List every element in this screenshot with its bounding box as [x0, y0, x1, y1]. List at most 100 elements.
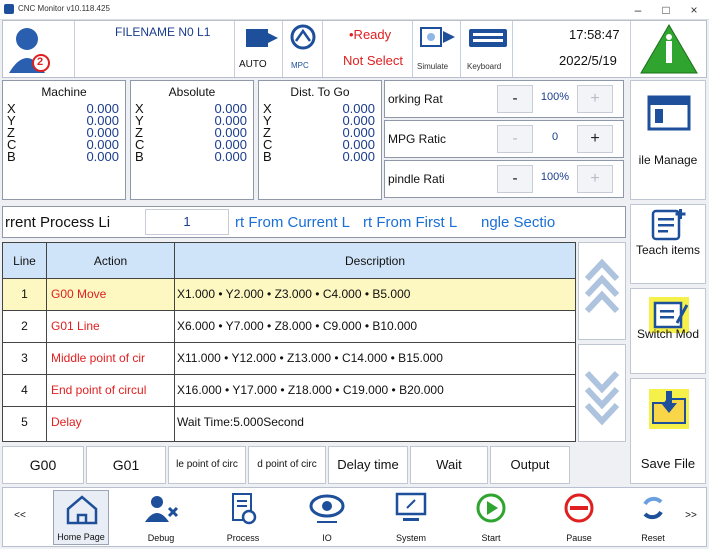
nav-start-button[interactable]: Start	[463, 490, 519, 545]
user-cell[interactable]: 2	[3, 21, 75, 77]
debug-icon	[145, 496, 179, 522]
working-ratio-minus-button[interactable]: -	[497, 85, 533, 113]
filename-label: FILENAME N0 L1	[115, 25, 211, 39]
auto-mode-icon	[246, 29, 278, 47]
machine-axes: XYZCB	[7, 101, 17, 164]
system-icon	[395, 492, 427, 521]
simulate-cell[interactable]: Simulate	[413, 21, 461, 77]
mode-cell[interactable]: AUTO	[235, 21, 283, 77]
file-manage-button[interactable]: ile Manage	[630, 80, 706, 200]
dist-values: 0.000 0.000 0.000 0.000 0.000	[342, 101, 375, 164]
nav-home-button[interactable]: Home Page	[53, 490, 109, 545]
middle-point-button[interactable]: le point of circ	[168, 446, 246, 484]
action-cell: Delay	[47, 407, 175, 441]
description-cell: X6.000 • Y7.000 • Z8.000 • C9.000 • B10.…	[177, 319, 418, 333]
filename-cell: FILENAME N0 L1	[75, 21, 235, 77]
teach-items-button[interactable]: Teach items	[630, 204, 706, 284]
table-row[interactable]: 3 Middle point of cir X11.000 • Y12.000 …	[3, 343, 575, 375]
wait-button[interactable]: Wait	[410, 446, 488, 484]
reset-icon	[643, 496, 663, 520]
keyboard-cell[interactable]: Keyboard	[461, 21, 513, 77]
window-title: CNC Monitor v10.118.425	[18, 4, 110, 13]
teach-items-icon	[651, 209, 686, 241]
machine-values: 0.000 0.000 0.000 0.000 0.000	[86, 101, 119, 164]
minimize-button[interactable]: –	[624, 0, 652, 20]
mpg-ratio-label: MPG Ratic	[388, 132, 447, 146]
table-row[interactable]: 1 G00 Move X1.000 • Y2.000 • Z3.000 • C4…	[3, 279, 575, 311]
nav-home-label: Home Page	[57, 532, 105, 542]
nav-next-label: >>	[685, 510, 697, 521]
teach-items-label: Teach items	[635, 243, 701, 257]
end-point-button[interactable]: d point of circ	[248, 446, 326, 484]
user-icon	[9, 28, 50, 73]
scroll-down-button[interactable]	[578, 344, 626, 442]
nav-prev-button[interactable]: <<	[5, 490, 35, 545]
absolute-coords-panel: Absolute XYZCB 0.000 0.000 0.000 0.000 0.000	[130, 80, 254, 200]
start-from-first-button[interactable]: rt From First L	[363, 214, 457, 231]
window-titlebar: CNC Monitor v10.118.425 – □ ×	[0, 0, 709, 20]
scroll-up-button[interactable]	[578, 242, 626, 340]
spindle-ratio-minus-button[interactable]: -	[497, 165, 533, 193]
nav-debug-button[interactable]: Debug	[133, 490, 189, 545]
clock-cell: 17:58:47 2022/5/19	[513, 21, 631, 77]
app-window: CNC Monitor v10.118.425 – □ × 2 FILENAME…	[0, 0, 709, 549]
nav-reset-button[interactable]: Reset	[625, 490, 681, 545]
mpg-ratio-minus-button[interactable]: -	[497, 125, 533, 153]
bottom-nav: << Home Page Debug Process IO System Sta…	[2, 487, 707, 547]
description-cell: Wait Time:5.000Second	[177, 415, 304, 429]
line-no-cell: 2	[3, 311, 47, 342]
table-row[interactable]: 2 G01 Line X6.000 • Y7.000 • Z8.000 • C9…	[3, 311, 575, 343]
mpc-cell[interactable]: MPC	[283, 21, 323, 77]
description-cell: X16.000 • Y17.000 • Z18.000 • C19.000 • …	[177, 383, 444, 397]
clock-date: 2022/5/19	[559, 53, 617, 68]
mode-label: AUTO	[239, 59, 267, 70]
alarm-cell[interactable]	[631, 21, 707, 77]
column-header-line-no: Line No.	[3, 243, 47, 304]
output-button[interactable]: Output	[490, 446, 570, 484]
mpg-ratio-plus-button[interactable]: +	[577, 125, 613, 153]
column-header-action: Action	[47, 243, 175, 279]
g01-button[interactable]: G01	[86, 446, 166, 484]
working-ratio-value: 100%	[540, 91, 570, 103]
save-file-label: Save File	[640, 456, 696, 471]
absolute-values: 0.000 0.000 0.000 0.000 0.000	[214, 101, 247, 164]
start-from-current-button[interactable]: rt From Current L	[235, 214, 350, 231]
maximize-button[interactable]: □	[652, 0, 680, 20]
close-button[interactable]: ×	[680, 0, 708, 20]
nav-system-button[interactable]: System	[383, 490, 439, 545]
spindle-ratio-row: pindle Rati - 100% +	[384, 160, 624, 198]
g00-button[interactable]: G00	[2, 446, 84, 484]
line-no-cell: 3	[3, 343, 47, 374]
working-ratio-row: orking Rat - 100% +	[384, 80, 624, 118]
file-manage-label: ile Manage	[638, 153, 698, 167]
action-cell: G01 Line	[47, 311, 175, 342]
table-row[interactable]: 5 Delay Wait Time:5.000Second	[3, 407, 575, 441]
table-row[interactable]: 4 End point of circul X16.000 • Y17.000 …	[3, 375, 575, 407]
line-no-cell: 5	[3, 407, 47, 441]
process-icon	[232, 493, 257, 525]
nav-next-button[interactable]: >>	[677, 490, 705, 545]
save-file-button[interactable]: Save File	[630, 378, 706, 484]
mpc-icon	[290, 24, 316, 50]
delay-time-button[interactable]: Delay time	[328, 446, 408, 484]
simulate-icon	[420, 27, 455, 47]
process-line-input[interactable]: 1	[145, 209, 229, 235]
single-section-button[interactable]: ngle Sectio	[481, 214, 555, 231]
switch-mode-label: Switch Mod	[636, 327, 700, 341]
action-cell: Middle point of cir	[47, 343, 175, 374]
nav-pause-button[interactable]: Pause	[551, 490, 607, 545]
alarm-count-badge: 2	[37, 56, 44, 68]
working-ratio-plus-button[interactable]: +	[577, 85, 613, 113]
machine-title: Machine	[41, 85, 87, 99]
spindle-ratio-plus-button[interactable]: +	[577, 165, 613, 193]
keyboard-label: Keyboard	[467, 62, 502, 71]
nav-io-button[interactable]: IO	[299, 490, 355, 545]
nav-process-button[interactable]: Process	[215, 490, 271, 545]
absolute-title: Absolute	[168, 85, 216, 99]
alarm-warning-icon	[640, 24, 698, 74]
status-bar: 2 FILENAME N0 L1 AUTO MPC •Ready Not Sel…	[2, 20, 707, 78]
current-process-label: rrent Process Li	[5, 214, 111, 231]
io-icon	[309, 494, 345, 523]
switch-mode-button[interactable]: Switch Mod	[630, 288, 706, 374]
action-cell: End point of circul	[47, 375, 175, 406]
